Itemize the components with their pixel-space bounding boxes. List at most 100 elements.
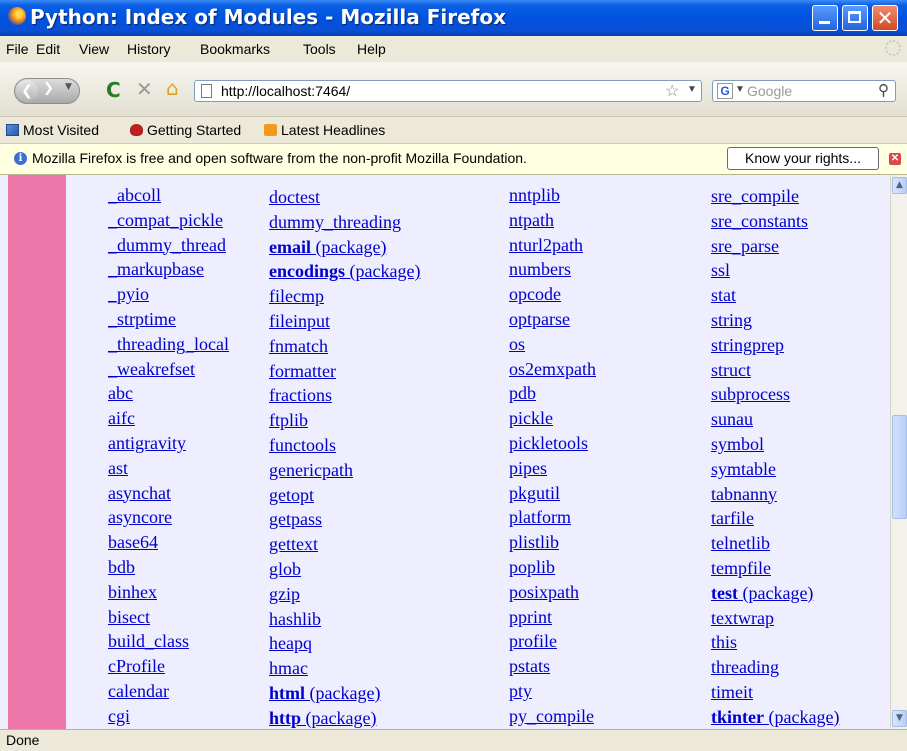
title-bar[interactable]: Python: Index of Modules - Mozilla Firef… [0,0,907,36]
maximize-button[interactable] [842,5,868,31]
module-link[interactable]: doctest [269,187,320,208]
bookmark-most-visited[interactable]: Most Visited [6,122,99,138]
module-link[interactable]: functools [269,435,336,456]
stop-button[interactable]: ✕ [136,77,153,101]
module-link[interactable]: sre_constants [711,211,808,232]
module-link[interactable]: ftplib [269,410,308,431]
module-link[interactable]: asyncore [108,507,172,528]
module-link[interactable]: os [509,334,525,355]
module-link[interactable]: gettext [269,534,318,555]
module-link[interactable]: pdb [509,383,536,404]
module-link[interactable]: threading [711,657,779,678]
module-link[interactable]: sre_compile [711,186,799,207]
module-link[interactable]: calendar [108,681,169,702]
module-link[interactable]: bdb [108,557,135,578]
minimize-button[interactable] [812,5,838,31]
module-link[interactable]: heapq [269,633,312,654]
search-input[interactable]: Google [747,83,792,99]
module-link[interactable]: tarfile [711,508,754,529]
module-link[interactable]: encodings (package) [269,261,420,282]
module-link[interactable]: string [711,310,752,331]
module-link[interactable]: base64 [108,532,158,553]
module-link[interactable]: tempfile [711,558,771,579]
module-link[interactable]: email (package) [269,237,386,258]
module-link[interactable]: hmac [269,658,308,679]
menu-bookmarks[interactable]: Bookmarks [200,41,270,57]
module-link[interactable]: _weakrefset [108,359,195,380]
module-link[interactable]: poplib [509,557,555,578]
module-link[interactable]: pty [509,681,532,702]
know-your-rights-button[interactable]: Know your rights... [727,147,879,170]
module-link[interactable]: pprint [509,607,552,628]
module-link[interactable]: bisect [108,607,150,628]
module-link[interactable]: getopt [269,485,314,506]
module-link[interactable]: optparse [509,309,570,330]
module-link[interactable]: _pyio [108,284,149,305]
module-link[interactable]: nntplib [509,185,560,206]
bookmark-getting-started[interactable]: Getting Started [130,122,241,138]
search-icon[interactable]: ⚲ [878,81,889,99]
module-link[interactable]: gzip [269,584,300,605]
url-dropdown-icon[interactable]: ▼ [687,84,697,95]
forward-button[interactable]: ❯ [43,81,54,96]
module-link[interactable]: fractions [269,385,332,406]
menu-history[interactable]: History [127,41,171,57]
module-link[interactable]: _compat_pickle [108,210,223,231]
module-link[interactable]: tkinter (package) [711,707,839,728]
module-link[interactable]: aifc [108,408,135,429]
module-link[interactable]: stat [711,285,736,306]
module-link[interactable]: dummy_threading [269,212,401,233]
reload-button[interactable]: C [106,78,121,102]
close-button[interactable]: ✕ [872,5,898,31]
module-link[interactable]: asynchat [108,483,171,504]
module-link[interactable]: pickletools [509,433,588,454]
module-link[interactable]: _dummy_thread [108,235,226,256]
module-link[interactable]: profile [509,631,557,652]
search-bar[interactable]: G ▼ Google ⚲ [712,80,896,102]
module-link[interactable]: test (package) [711,583,813,604]
module-link[interactable]: plistlib [509,532,559,553]
module-link[interactable]: fileinput [269,311,330,332]
module-link[interactable]: hashlib [269,609,321,630]
module-link[interactable]: textwrap [711,608,774,629]
module-link[interactable]: cProfile [108,656,165,677]
module-link[interactable]: stringprep [711,335,784,356]
module-link[interactable]: sre_parse [711,236,779,257]
module-link[interactable]: platform [509,507,571,528]
module-link[interactable]: telnetlib [711,533,770,554]
url-text[interactable]: http://localhost:7464/ [221,83,350,99]
menu-file[interactable]: File [6,41,29,57]
module-link[interactable]: this [711,632,737,653]
module-link[interactable]: filecmp [269,286,324,307]
history-dropdown-icon[interactable]: ▼ [65,82,72,92]
module-link[interactable]: symtable [711,459,776,480]
module-link[interactable]: posixpath [509,582,579,603]
module-link[interactable]: pkgutil [509,483,560,504]
scroll-up-button[interactable]: ▲ [892,177,907,194]
module-link[interactable]: pickle [509,408,553,429]
close-notification-icon[interactable]: ✕ [889,153,901,165]
module-link[interactable]: getpass [269,509,322,530]
search-engine-icon[interactable]: G [717,83,733,99]
module-link[interactable]: nturl2path [509,235,583,256]
module-link[interactable]: pipes [509,458,547,479]
module-link[interactable]: timeit [711,682,753,703]
module-link[interactable]: numbers [509,259,571,280]
module-link[interactable]: build_class [108,631,189,652]
bookmark-star-icon[interactable]: ☆ [665,81,679,101]
module-link[interactable]: ssl [711,260,730,281]
module-link[interactable]: cgi [108,706,130,727]
url-bar[interactable]: http://localhost:7464/ ☆ ▼ [194,80,702,102]
module-link[interactable]: subprocess [711,384,790,405]
back-button[interactable]: ❮ [16,80,38,102]
module-link[interactable]: formatter [269,361,336,382]
module-link[interactable]: tabnanny [711,484,777,505]
menu-edit[interactable]: Edit [36,41,60,57]
module-link[interactable]: genericpath [269,460,353,481]
module-link[interactable]: ast [108,458,128,479]
module-link[interactable]: os2emxpath [509,359,596,380]
module-link[interactable]: abc [108,383,133,404]
module-link[interactable]: struct [711,360,751,381]
vertical-scrollbar[interactable]: ▲ ▼ [890,175,907,729]
scroll-down-button[interactable]: ▼ [892,710,907,727]
